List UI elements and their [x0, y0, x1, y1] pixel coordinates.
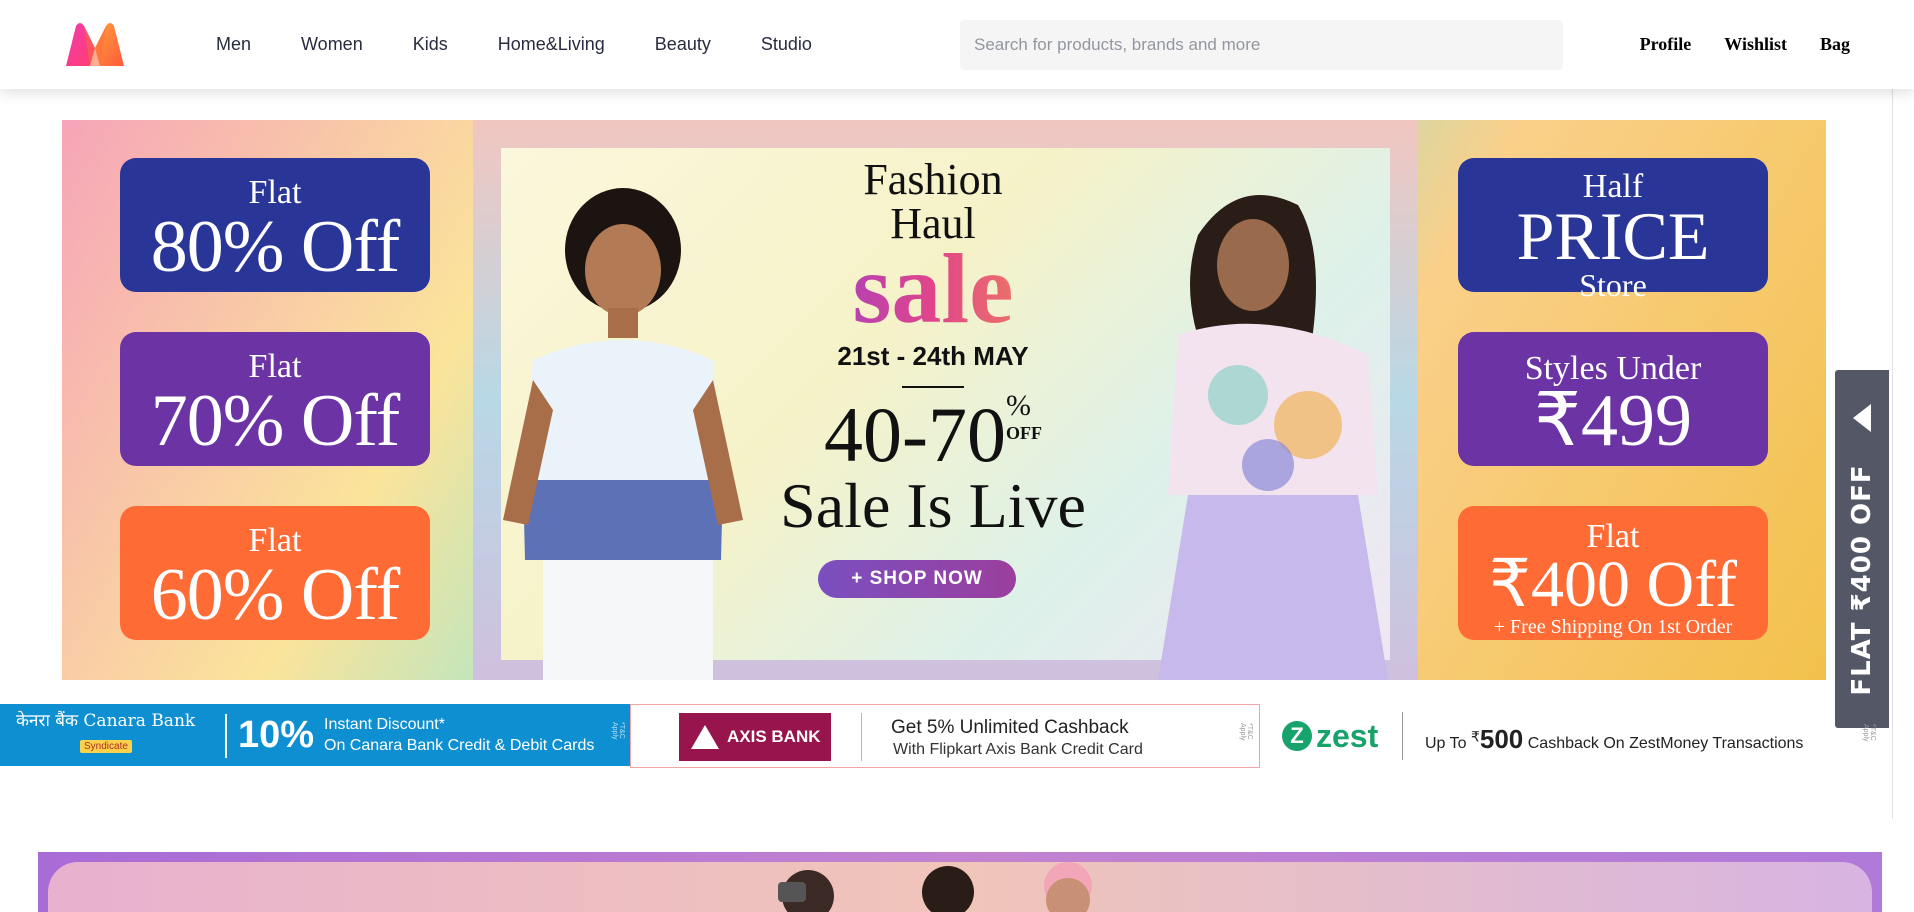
sale-headline: Fashion Haul sale 21st - 24th MAY 40-70%…: [773, 158, 1093, 538]
syndicate-badge: Syndicate: [80, 740, 132, 753]
axis-offer-line1: Get 5% Unlimited Cashback: [891, 717, 1129, 738]
canara-bank-offer[interactable]: केनरा बैंक Canara Bank Syndicate 10% Ins…: [0, 704, 630, 766]
promo-value: 70% Off: [150, 380, 401, 462]
promo-value: ₹499: [1533, 380, 1693, 462]
search-bar: [960, 20, 1563, 70]
search-input[interactable]: [974, 35, 1563, 55]
promo-label: Styles Under: [1524, 350, 1702, 387]
nav-women[interactable]: Women: [301, 34, 363, 55]
discount-off: OFF: [1005, 423, 1042, 443]
axis-bank-offer[interactable]: AXIS BANK Get 5% Unlimited Cashback With…: [630, 704, 1260, 768]
divider: [861, 713, 862, 761]
headline-fashion: Fashion: [863, 155, 1003, 204]
zest-offer-suffix: Cashback On ZestMoney Transactions: [1527, 735, 1804, 752]
flat-400-off-side-tab[interactable]: FLAT ₹400 OFF: [1835, 370, 1889, 728]
promo-label: Flat: [248, 522, 302, 559]
secondary-banner-inner: [48, 862, 1872, 912]
page: Men Women Kids Home&Living Beauty Studio…: [0, 0, 1914, 912]
divider: [225, 714, 227, 758]
promo-value: ₹400 Off: [1489, 548, 1737, 621]
side-tab-label: FLAT ₹400 OFF: [1847, 464, 1877, 696]
promo-flat-60[interactable]: Flat 60% Off: [120, 506, 430, 640]
myntra-logo[interactable]: [62, 22, 128, 68]
promo-styles-under-499[interactable]: Styles Under ₹499: [1458, 332, 1768, 466]
tnc-note: *T&C Apply: [1239, 723, 1253, 741]
tnc-note: *T&C Apply: [1862, 724, 1876, 742]
wishlist-link[interactable]: Wishlist: [1724, 34, 1787, 55]
promo-value: 60% Off: [150, 554, 401, 636]
secondary-banner[interactable]: [38, 852, 1882, 912]
promo-label: Flat: [248, 174, 302, 211]
nav-beauty[interactable]: Beauty: [655, 34, 711, 55]
canara-logo-english: Canara Bank: [83, 711, 196, 731]
zest-logo: Zzest: [1282, 718, 1378, 755]
nav-men[interactable]: Men: [216, 34, 251, 55]
canara-bank-logo: केनरा बैंक Canara Bank: [16, 712, 195, 731]
zest-logo-icon: Z: [1282, 721, 1312, 751]
bag-link[interactable]: Bag: [1820, 34, 1850, 55]
discount-percent: %: [1005, 389, 1031, 422]
discount-range-value: 40-70: [824, 391, 1006, 478]
nav-studio[interactable]: Studio: [761, 34, 812, 55]
promo-value: 80% Off: [150, 206, 401, 288]
canara-logo-hindi: केनरा बैंक: [16, 711, 79, 731]
header-actions: Profile Wishlist Bag: [1607, 0, 1850, 89]
promo-label: Flat: [248, 348, 302, 385]
discount-range: 40-70% OFF: [773, 391, 1093, 474]
canara-offer-line2: On Canara Bank Credit & Debit Cards: [324, 736, 595, 754]
canara-offer-text: Instant Discount* On Canara Bank Credit …: [324, 715, 594, 757]
main-nav: Men Women Kids Home&Living Beauty Studio: [216, 0, 862, 89]
zest-offer-prefix: Up To: [1425, 735, 1467, 752]
canara-offer-line1: Instant Discount*: [324, 716, 445, 733]
page-scrollbar[interactable]: [1892, 89, 1893, 819]
divider: [1402, 712, 1403, 760]
bank-offers-strip: केनरा बैंक Canara Bank Syndicate 10% Ins…: [0, 704, 1876, 768]
top-header: Men Women Kids Home&Living Beauty Studio…: [0, 0, 1914, 89]
axis-offer-line2: With Flipkart Axis Bank Credit Card: [893, 741, 1143, 758]
promo-note: + Free Shipping On 1st Order: [1493, 615, 1733, 638]
headline-sale: sale: [773, 239, 1093, 339]
currency-symbol: ₹: [1470, 728, 1480, 745]
shop-now-button[interactable]: + SHOP NOW: [818, 560, 1016, 598]
promo-flat-70[interactable]: Flat 70% Off: [120, 332, 430, 466]
profile-link[interactable]: Profile: [1640, 34, 1692, 55]
sale-live-text: Sale Is Live: [780, 470, 1086, 541]
axis-logo-text: AXIS BANK: [727, 727, 821, 746]
promo-label: Flat: [1586, 518, 1640, 555]
tnc-note: *T&C Apply: [611, 722, 625, 740]
hero-banner[interactable]: Flat 80% Off Flat 70% Off Flat 60% Off F…: [62, 120, 1826, 680]
zest-offer[interactable]: Zzest Up To ₹500 Cashback On ZestMoney T…: [1262, 704, 1876, 768]
promo-half-price-store[interactable]: Half PRICE Store: [1458, 158, 1768, 301]
hero-center-panel: Fashion Haul sale 21st - 24th MAY 40-70%…: [473, 120, 1418, 680]
nav-home-living[interactable]: Home&Living: [498, 34, 605, 55]
axis-logo-icon: [691, 725, 719, 749]
sale-dates: 21st - 24th MAY: [837, 341, 1029, 371]
promo-value: PRICE: [1516, 198, 1710, 274]
axis-bank-logo: AXIS BANK: [679, 713, 831, 761]
female-model-image: [1158, 195, 1388, 680]
promo-flat-80[interactable]: Flat 80% Off: [120, 158, 430, 292]
zest-logo-text: zest: [1316, 718, 1379, 754]
discount-percent: 10%: [238, 714, 315, 756]
banner-models-image: [778, 862, 1092, 912]
caret-left-icon: [1853, 404, 1871, 432]
promo-flat-400-off[interactable]: Flat ₹400 Off + Free Shipping On 1st Ord…: [1458, 506, 1768, 640]
nav-kids[interactable]: Kids: [413, 34, 448, 55]
male-model-image: [503, 188, 743, 680]
promo-sublabel: Store: [1579, 266, 1647, 303]
zest-offer-text: Up To ₹500 Cashback On ZestMoney Transac…: [1425, 724, 1803, 755]
zest-offer-amount: 500: [1479, 724, 1524, 754]
divider: [902, 386, 964, 388]
